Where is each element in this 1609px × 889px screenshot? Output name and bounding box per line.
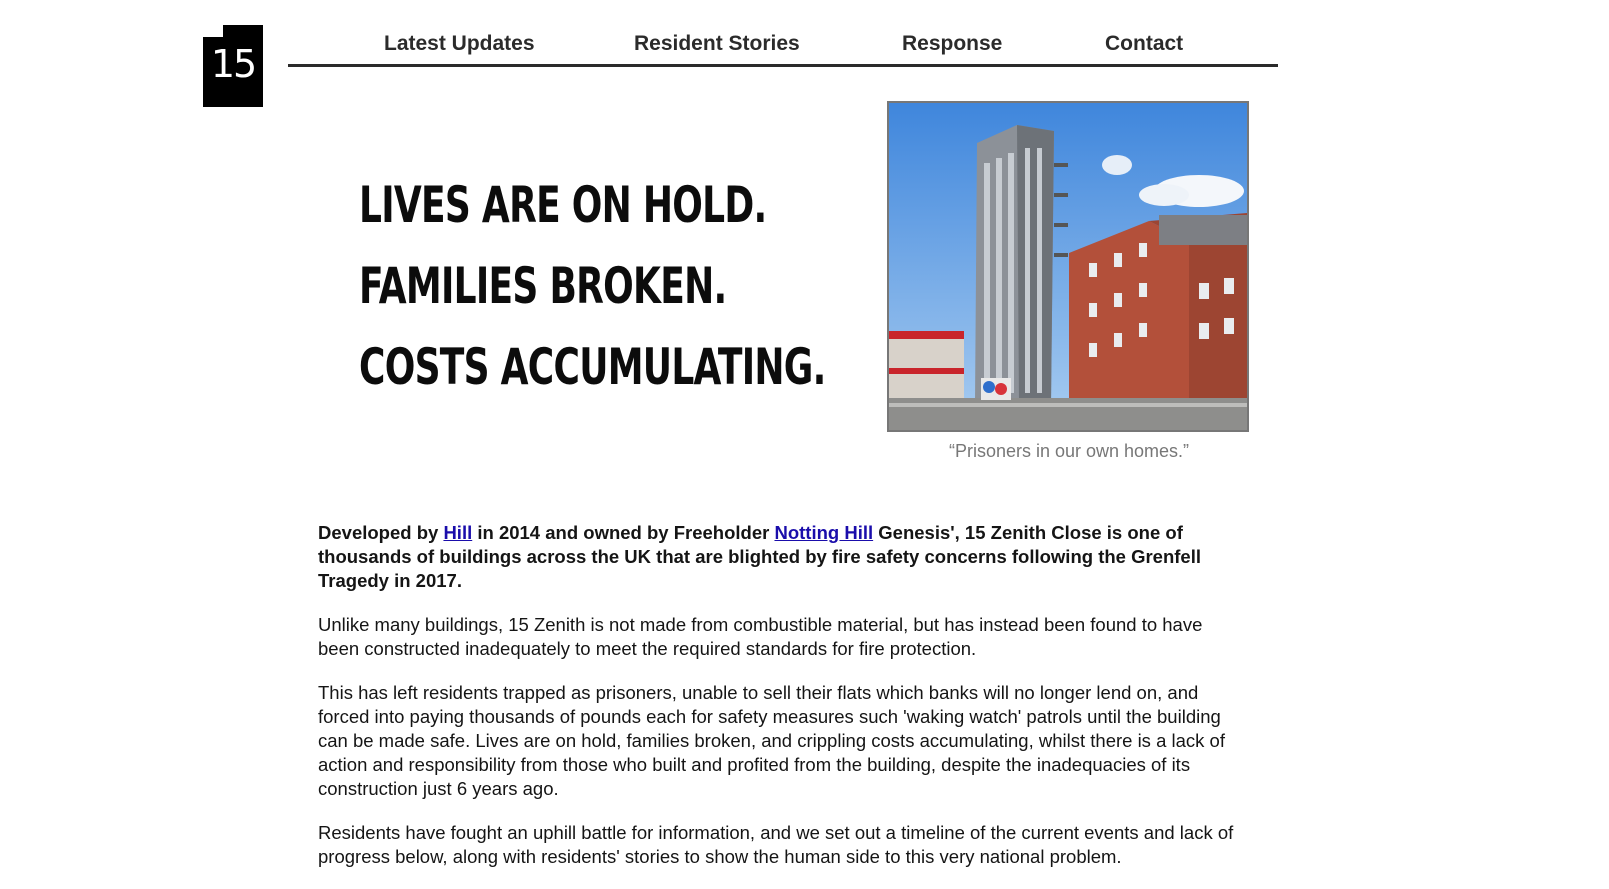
notting-hill-link[interactable]: Notting Hill xyxy=(774,522,873,543)
paragraph-residents-trapped: This has left residents trapped as priso… xyxy=(318,682,1225,799)
site-logo[interactable]: 15 xyxy=(203,25,263,107)
main-nav: Latest Updates Resident Stories Response… xyxy=(288,26,1278,67)
nav-response[interactable]: Response xyxy=(902,32,1002,56)
headline-line-1: Lives are on hold. xyxy=(359,176,767,234)
hill-link[interactable]: Hill xyxy=(443,522,472,543)
nav-resident-stories[interactable]: Resident Stories xyxy=(634,32,800,56)
lead-text-2: in 2014 and owned by Freeholder xyxy=(472,522,775,543)
paragraph-timeline-intro: Residents have fought an uphill battle f… xyxy=(318,822,1234,867)
building-photo xyxy=(887,101,1249,432)
lead-text-1: Developed by xyxy=(318,522,444,543)
logo-text: 15 xyxy=(210,42,257,86)
photo-caption: “Prisoners in our own homes.” xyxy=(948,441,1190,461)
hero-headline: Lives are on hold. Families broken. Cost… xyxy=(359,165,839,408)
nav-latest-updates[interactable]: Latest Updates xyxy=(384,32,535,56)
headline-line-2: Families broken. xyxy=(359,257,727,315)
nav-contact[interactable]: Contact xyxy=(1105,32,1183,56)
paragraph-construction: Unlike many buildings, 15 Zenith is not … xyxy=(318,614,1203,659)
headline-line-3: Costs accumulating. xyxy=(359,338,826,396)
building-photo-image xyxy=(889,103,1247,430)
article-body: Developed by Hill in 2014 and owned by F… xyxy=(318,521,1238,889)
lead-paragraph: Developed by Hill in 2014 and owned by F… xyxy=(318,521,1238,593)
